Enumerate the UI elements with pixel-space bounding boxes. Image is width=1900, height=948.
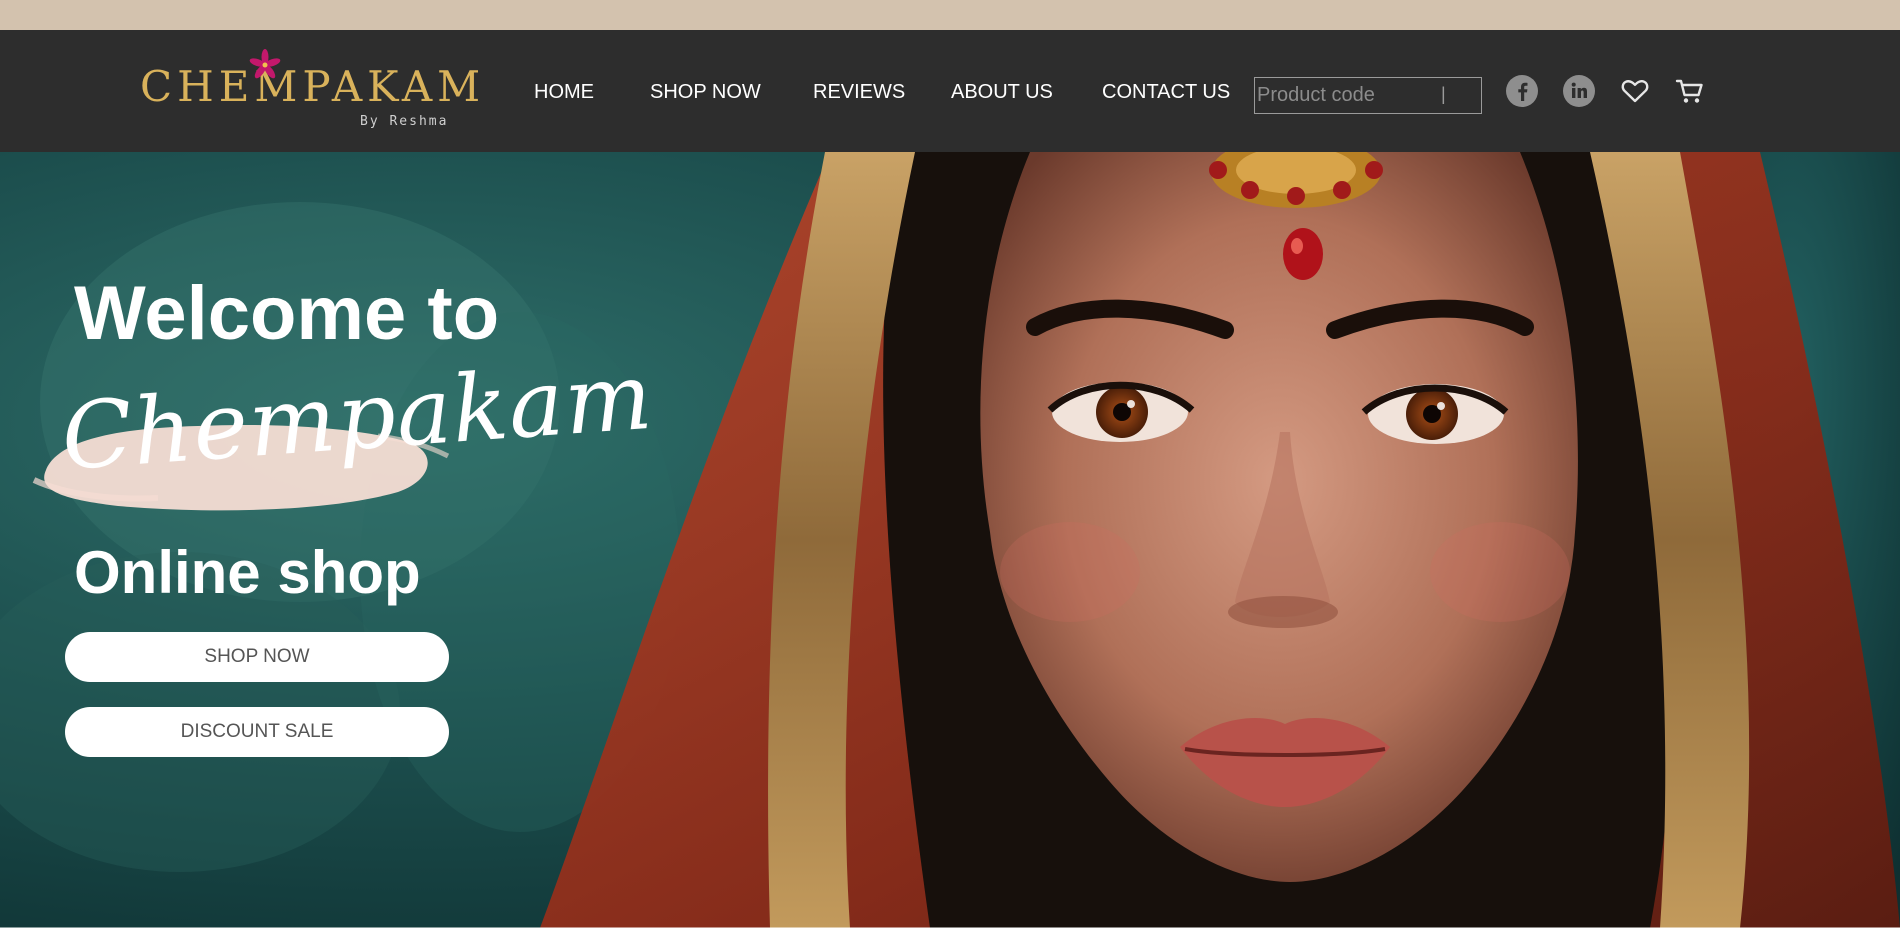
nav-contact-us[interactable]: CONTACT US <box>1102 81 1230 104</box>
navbar: CHEMPAKAM By Reshma HOME SHOP NOW REVIEW… <box>0 30 1900 152</box>
search-caret: | <box>1441 84 1446 104</box>
hero-subtitle: Online shop <box>74 539 421 606</box>
nav-about-us[interactable]: ABOUT US <box>951 81 1053 104</box>
product-code-search: | <box>1254 77 1482 114</box>
logo-wordmark: CHEMPAKAM <box>140 62 486 111</box>
logo-byline: By Reshma <box>360 114 449 129</box>
nav-home[interactable]: HOME <box>534 81 594 104</box>
product-code-input[interactable] <box>1257 82 1427 109</box>
flower-icon <box>249 49 281 79</box>
discount-sale-button[interactable]: DISCOUNT SALE <box>65 707 449 757</box>
linkedin-icon[interactable] <box>1562 74 1596 108</box>
hero-welcome-heading: Welcome to <box>74 271 500 356</box>
top-announcement-strip <box>0 0 1900 30</box>
page-bottom-edge <box>0 928 1900 948</box>
cart-icon[interactable] <box>1673 74 1707 108</box>
facebook-icon[interactable] <box>1505 74 1539 108</box>
hero-banner: Welcome to Chempakam Online shop SHOP NO… <box>0 152 1900 928</box>
heart-icon[interactable] <box>1618 74 1652 108</box>
nav-reviews[interactable]: REVIEWS <box>813 81 905 104</box>
shop-now-button[interactable]: SHOP NOW <box>65 632 449 682</box>
brand-logo[interactable]: CHEMPAKAM By Reshma <box>140 48 480 138</box>
nav-shop-now[interactable]: SHOP NOW <box>650 81 761 104</box>
